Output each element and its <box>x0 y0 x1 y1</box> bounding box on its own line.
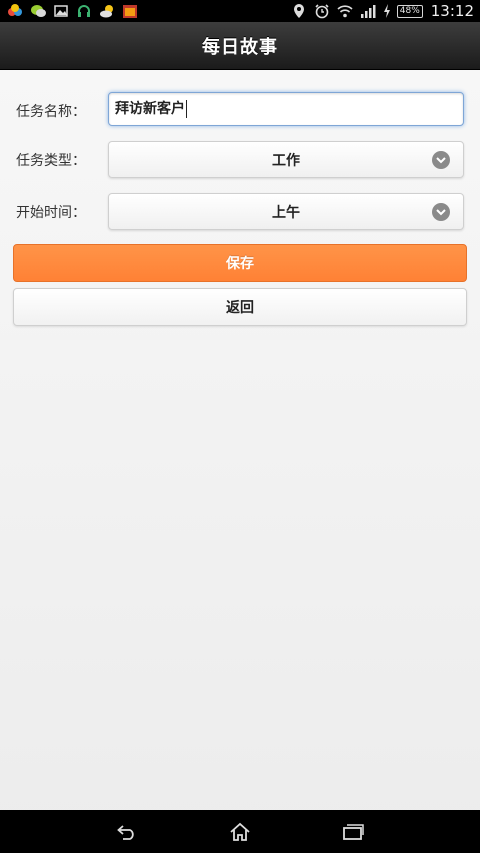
save-button[interactable]: 保存 <box>13 244 467 282</box>
task-type-select[interactable]: 工作 <box>108 141 464 178</box>
calendar-icon <box>121 3 138 20</box>
back-button[interactable]: 返回 <box>13 288 467 326</box>
status-system: 48% 13:12 <box>291 2 474 20</box>
app-icon <box>6 3 23 20</box>
alarm-icon <box>314 3 331 20</box>
page-title: 每日故事 <box>202 36 278 58</box>
status-clock: 13:12 <box>430 2 474 20</box>
app-header: 每日故事 <box>0 22 480 70</box>
system-nav-bar <box>0 810 480 853</box>
task-name-input[interactable]: 拜访新客户 <box>108 92 464 126</box>
task-type-value: 工作 <box>272 152 300 169</box>
start-time-label: 开始时间： <box>16 205 86 221</box>
chat-icon <box>29 3 46 20</box>
location-icon <box>291 3 308 20</box>
app-screen: 48% 13:12 每日故事 任务名称： 拜访新客户 任务类型： 工作 开始时间… <box>0 0 480 853</box>
charging-icon <box>383 3 391 20</box>
start-time-value: 上午 <box>272 204 300 221</box>
chevron-down-icon <box>432 151 450 169</box>
battery-indicator: 48% <box>396 4 423 18</box>
start-time-select[interactable]: 上午 <box>108 193 464 230</box>
signal-icon <box>360 3 377 20</box>
image-icon <box>52 3 69 20</box>
recent-apps-icon[interactable] <box>329 812 377 852</box>
task-type-label: 任务类型： <box>16 153 86 169</box>
home-icon[interactable] <box>216 812 264 852</box>
headset-icon <box>75 3 92 20</box>
task-name-value: 拜访新客户 <box>115 101 185 117</box>
chevron-down-icon <box>432 203 450 221</box>
task-name-label: 任务名称： <box>16 104 86 120</box>
status-bar: 48% 13:12 <box>0 0 480 22</box>
wifi-icon <box>337 3 354 20</box>
weather-icon <box>98 3 115 20</box>
task-name-row: 任务名称： 拜访新客户 <box>0 92 480 130</box>
status-notifications <box>6 3 138 20</box>
start-time-row: 开始时间： 上午 <box>0 193 480 231</box>
back-icon[interactable] <box>103 812 151 852</box>
task-type-row: 任务类型： 工作 <box>0 141 480 179</box>
text-cursor <box>186 100 187 118</box>
